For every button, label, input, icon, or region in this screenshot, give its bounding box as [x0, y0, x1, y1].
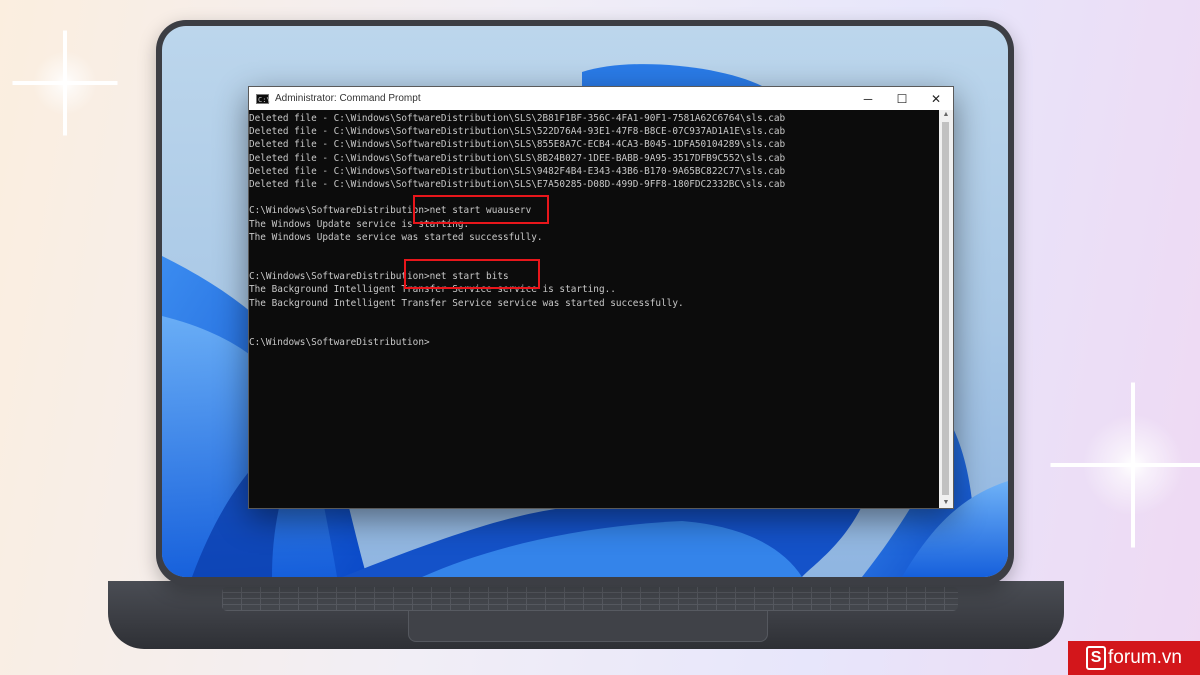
console-line: Deleted file - C:\Windows\SoftwareDistri…	[249, 126, 786, 138]
console-line: The Windows Update service is starting.	[249, 218, 470, 230]
console-line: C:\Windows\SoftwareDistribution>net star…	[249, 271, 509, 283]
title-bar[interactable]: C:\ Administrator: Command Prompt ─ ☐ ✕	[249, 87, 953, 110]
vertical-scrollbar[interactable]: ▲ ▼	[939, 110, 953, 508]
close-button[interactable]: ✕	[919, 87, 953, 110]
command-prompt-window[interactable]: C:\ Administrator: Command Prompt ─ ☐ ✕ …	[248, 86, 954, 509]
console-output[interactable]: Deleted file - C:\Windows\SoftwareDistri…	[249, 110, 939, 508]
minimize-button[interactable]: ─	[851, 87, 885, 110]
console-line: The Background Intelligent Transfer Serv…	[249, 284, 616, 296]
cmd-icon: C:\	[256, 93, 271, 104]
window-controls: ─ ☐ ✕	[851, 87, 953, 110]
brand-name: forum.vn	[1108, 647, 1182, 668]
highlight-box-bits	[404, 259, 540, 289]
console-line: Deleted file - C:\Windows\SoftwareDistri…	[249, 139, 786, 151]
console-line: The Background Intelligent Transfer Serv…	[249, 297, 684, 309]
sparkle-right	[1078, 410, 1188, 520]
window-title: Administrator: Command Prompt	[275, 93, 421, 104]
console-line: Deleted file - C:\Windows\SoftwareDistri…	[249, 178, 786, 190]
brand-badge: S forum.vn	[1068, 641, 1200, 675]
scroll-down-icon[interactable]: ▼	[939, 498, 953, 508]
scroll-thumb[interactable]	[942, 122, 949, 495]
scroll-up-icon[interactable]: ▲	[939, 110, 953, 120]
highlight-box-wuauserv	[413, 195, 549, 224]
console-line: The Windows Update service was started s…	[249, 231, 543, 243]
console-line: C:\Windows\SoftwareDistribution>	[249, 337, 430, 349]
maximize-button[interactable]: ☐	[885, 87, 919, 110]
laptop-keyboard	[222, 587, 958, 611]
console-line: Deleted file - C:\Windows\SoftwareDistri…	[249, 165, 786, 177]
console-line: Deleted file - C:\Windows\SoftwareDistri…	[249, 152, 786, 164]
brand-logo-icon: S	[1086, 646, 1107, 670]
console-line: C:\Windows\SoftwareDistribution>net star…	[249, 205, 532, 217]
sparkle-left	[30, 48, 100, 118]
laptop-touchpad	[408, 611, 768, 642]
console-line: Deleted file - C:\Windows\SoftwareDistri…	[249, 113, 786, 124]
